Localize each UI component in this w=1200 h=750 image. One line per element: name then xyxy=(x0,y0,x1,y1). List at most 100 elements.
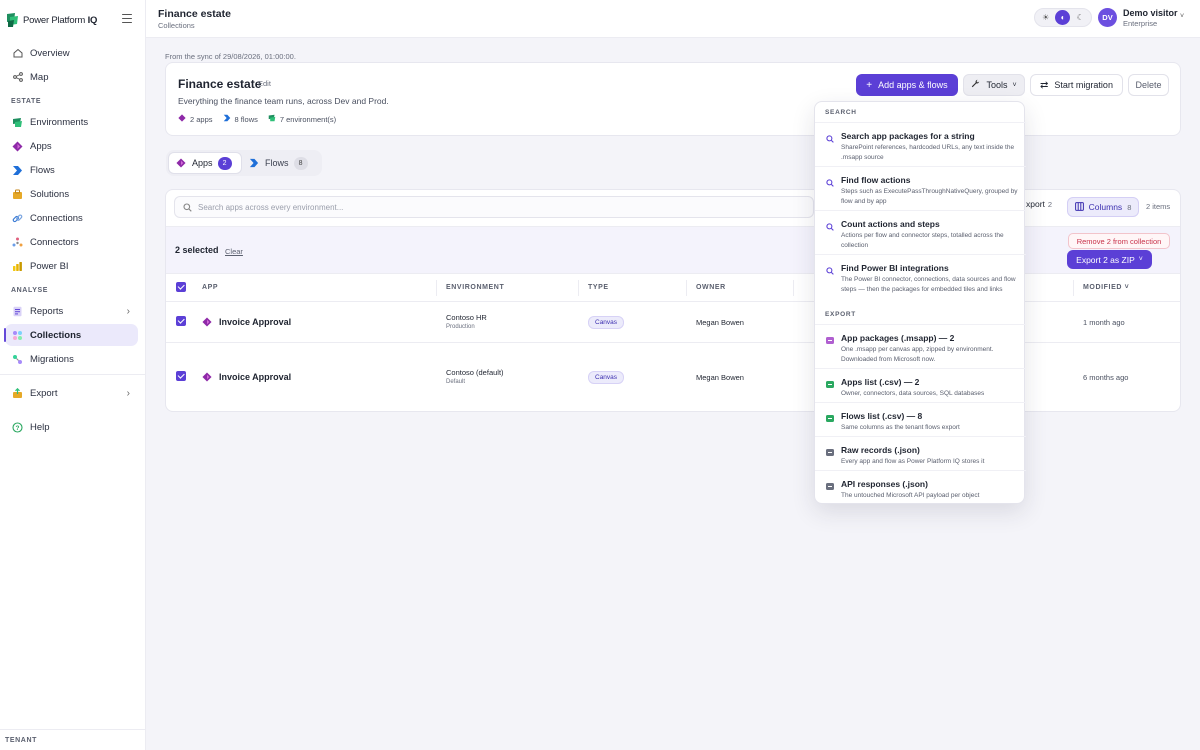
table-row[interactable]: Invoice Approval Contoso HR Production C… xyxy=(166,302,1180,343)
sidebar-item-map[interactable]: Map xyxy=(5,66,138,88)
sidebar-item-label: Apps xyxy=(30,140,52,152)
sidebar-item-overview[interactable]: Overview xyxy=(5,42,138,64)
divider xyxy=(0,729,146,730)
menu-item-export-api-json[interactable]: API responses (.json) The untouched Micr… xyxy=(815,470,1026,504)
page-title: Finance estate xyxy=(158,8,231,20)
moon-icon[interactable]: ☾ xyxy=(1073,10,1088,25)
menu-item-export-apps-csv[interactable]: Apps list (.csv) — 2 Owner, connectors, … xyxy=(815,368,1026,402)
sidebar-item-environments[interactable]: Environments xyxy=(5,111,138,133)
menu-item-count-actions[interactable]: Count actions and steps Actions per flow… xyxy=(815,210,1026,254)
row-checkbox[interactable] xyxy=(176,316,186,326)
columns-button[interactable]: Columns 8 xyxy=(1067,197,1139,217)
tools-button[interactable]: Tools ˅ xyxy=(963,74,1025,96)
collection-meta: 2 apps 8 flows 7 environment(s) xyxy=(178,114,346,124)
start-migration-button[interactable]: ⇄ Start migration xyxy=(1030,74,1123,96)
search-icon xyxy=(825,222,834,231)
sidebar-item-help[interactable]: ? Help xyxy=(5,416,138,438)
powerapps-icon xyxy=(202,372,212,384)
sidebar-item-label: Collections xyxy=(30,329,82,341)
column-header-type[interactable]: TYPE xyxy=(588,284,609,291)
theme-toggle: ☀ ◐ ☾ xyxy=(1034,8,1092,27)
column-divider xyxy=(436,280,437,296)
sidebar-item-connections[interactable]: Connections xyxy=(5,207,138,229)
environment-icon xyxy=(12,117,23,128)
tabs: Apps 2 Flows 8 xyxy=(166,150,322,176)
selected-count: 2 selected xyxy=(175,245,219,255)
row-checkbox[interactable] xyxy=(176,371,186,381)
menu-item-search-packages[interactable]: Search app packages for a string SharePo… xyxy=(815,122,1026,166)
tab-apps[interactable]: Apps 2 xyxy=(168,152,242,174)
column-header-owner[interactable]: OWNER xyxy=(696,284,726,291)
wrench-icon xyxy=(971,79,980,91)
table-row[interactable]: Invoice Approval Contoso (default) Defau… xyxy=(166,343,1180,411)
sidebar-item-label: Help xyxy=(30,421,50,433)
sidebar-item-connectors[interactable]: Connectors xyxy=(5,231,138,253)
menu-item-title: Search app packages for a string xyxy=(841,131,975,141)
sidebar-item-solutions[interactable]: Solutions xyxy=(5,183,138,205)
select-all-checkbox[interactable] xyxy=(176,282,186,292)
contrast-icon[interactable]: ◐ xyxy=(1055,10,1071,25)
menu-item-desc: The Power BI connector, connections, dat… xyxy=(841,276,1016,293)
app-name[interactable]: Invoice Approval xyxy=(219,372,291,382)
remove-from-collection-button[interactable]: Remove 2 from collection xyxy=(1068,233,1170,249)
add-apps-flows-button[interactable]: + Add apps & flows xyxy=(856,74,958,96)
edit-link[interactable]: Edit xyxy=(258,79,271,88)
menu-item-find-powerbi[interactable]: Find Power BI integrations The Power BI … xyxy=(815,254,1026,308)
delete-button[interactable]: Delete xyxy=(1128,74,1169,96)
sidebar-item-reports[interactable]: Reports › xyxy=(5,300,138,322)
sidebar-item-flows[interactable]: Flows xyxy=(5,159,138,181)
menu-item-export-flows-csv[interactable]: Flows list (.csv) — 8 Same columns as th… xyxy=(815,402,1026,436)
environment-name: Contoso (default) xyxy=(446,368,504,377)
sidebar-item-label: Solutions xyxy=(30,188,70,200)
menu-item-title: Find flow actions xyxy=(841,175,911,185)
sidebar-item-export[interactable]: Export › xyxy=(5,382,138,404)
owner-cell: Megan Bowen xyxy=(696,318,744,327)
search-box xyxy=(174,196,814,218)
reports-icon xyxy=(12,306,23,317)
chevron-down-icon[interactable]: ˅ xyxy=(1180,13,1184,20)
sidebar-item-collections[interactable]: Collections xyxy=(4,324,138,346)
section-analyse: ANALYSE xyxy=(11,287,49,294)
user-plan: Enterprise xyxy=(1123,19,1158,28)
sidebar-item-apps[interactable]: Apps xyxy=(5,135,138,157)
user-name[interactable]: Demo visitor xyxy=(1123,8,1178,18)
menu-toggle-icon[interactable] xyxy=(122,14,132,23)
powerautomate-icon xyxy=(12,165,23,176)
avatar[interactable]: DV xyxy=(1098,8,1117,27)
column-header-environment[interactable]: ENVIRONMENT xyxy=(446,284,504,291)
app-name[interactable]: Invoice Approval xyxy=(219,317,291,327)
divider xyxy=(0,374,146,375)
menu-item-title: Raw records (.json) xyxy=(841,445,920,455)
column-header-app[interactable]: APP xyxy=(202,284,218,291)
export-zip-button[interactable]: Export 2 as ZIP ˅ xyxy=(1067,250,1152,269)
chevron-down-icon: ˅ xyxy=(1138,256,1143,263)
menu-item-export-msapp[interactable]: App packages (.msapp) — 2 One .msapp per… xyxy=(815,324,1026,368)
home-icon xyxy=(12,48,23,59)
type-cell: Canvas xyxy=(588,316,625,329)
csv-file-icon xyxy=(825,380,834,389)
sidebar-item-power-bi[interactable]: Power BI xyxy=(5,255,138,277)
power-platform-logo-icon xyxy=(7,13,18,27)
menu-item-export-raw-json[interactable]: Raw records (.json) Every app and flow a… xyxy=(815,436,1026,470)
sidebar-item-label: Connectors xyxy=(30,236,79,248)
plus-icon: + xyxy=(866,79,873,91)
column-header-modified[interactable]: MODIFIED ˅ xyxy=(1083,284,1129,291)
top-header: Finance estate Collections ☀ ◐ ☾ DV Demo… xyxy=(146,0,1200,38)
logo[interactable]: Power Platform IQ xyxy=(6,10,140,30)
export-button[interactable]: xport 2 xyxy=(1026,199,1052,209)
environment-type: Production xyxy=(446,324,475,330)
menu-item-find-flow-actions[interactable]: Find flow actions Steps such as ExecuteP… xyxy=(815,166,1026,210)
clear-selection-link[interactable]: Clear xyxy=(225,247,243,256)
search-input[interactable] xyxy=(198,202,798,212)
modified-cell: 6 months ago xyxy=(1083,373,1129,382)
modified-cell: 1 month ago xyxy=(1083,318,1125,327)
chevron-right-icon: › xyxy=(126,305,130,317)
sidebar-item-label: Map xyxy=(30,71,49,83)
solutions-icon xyxy=(12,189,23,200)
menu-section-search: SEARCH xyxy=(825,109,857,116)
collection-description: Everything the finance team runs, across… xyxy=(178,96,389,106)
collection-card: Finance estate Edit Everything the finan… xyxy=(165,62,1181,136)
sun-icon[interactable]: ☀ xyxy=(1038,10,1053,25)
sidebar-item-migrations[interactable]: Migrations xyxy=(5,348,138,370)
tab-flows[interactable]: Flows 8 xyxy=(242,152,315,174)
